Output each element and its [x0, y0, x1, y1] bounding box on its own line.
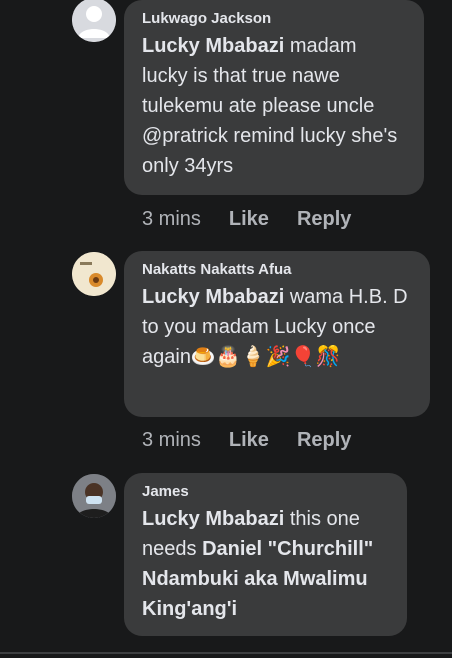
divider: [0, 652, 452, 654]
avatar[interactable]: [72, 0, 116, 42]
avatar[interactable]: [72, 252, 116, 296]
mention-link[interactable]: Lucky Mbabazi: [142, 35, 284, 57]
comment-text: Lucky Mbabazi wama H.B. D to you madam L…: [142, 286, 408, 368]
mention-link[interactable]: Lucky Mbabazi: [142, 508, 284, 530]
comment-time: 3 mins: [142, 208, 201, 230]
flower-avatar-icon: [72, 252, 116, 296]
comment-bubble: Nakatts Nakatts Afua Lucky Mbabazi wama …: [124, 251, 430, 417]
avatar[interactable]: [72, 474, 116, 518]
default-avatar-icon: [72, 0, 116, 42]
comment-bubble: Lukwago Jackson Lucky Mbabazi madam luck…: [124, 0, 424, 195]
reply-button[interactable]: Reply: [297, 429, 351, 452]
like-button[interactable]: Like: [229, 429, 269, 452]
comment-text: Lucky Mbabazi madam lucky is that true n…: [142, 35, 398, 177]
comment-author[interactable]: Nakatts Nakatts Afua: [142, 261, 412, 278]
comment-actions: 3 mins Like Reply: [142, 208, 351, 231]
comment-author[interactable]: James: [142, 483, 389, 500]
mention-link[interactable]: Lucky Mbabazi: [142, 286, 284, 308]
comment-time: 3 mins: [142, 429, 201, 451]
comment-bubble: James Lucky Mbabazi this one needs Danie…: [124, 473, 407, 636]
person-avatar-icon: [72, 474, 116, 518]
comment-text: Lucky Mbabazi this one needs Daniel "Chu…: [142, 508, 374, 620]
comment-actions: 3 mins Like Reply: [142, 429, 351, 452]
comment-author[interactable]: Lukwago Jackson: [142, 10, 406, 27]
reply-button[interactable]: Reply: [297, 208, 351, 231]
like-button[interactable]: Like: [229, 208, 269, 231]
